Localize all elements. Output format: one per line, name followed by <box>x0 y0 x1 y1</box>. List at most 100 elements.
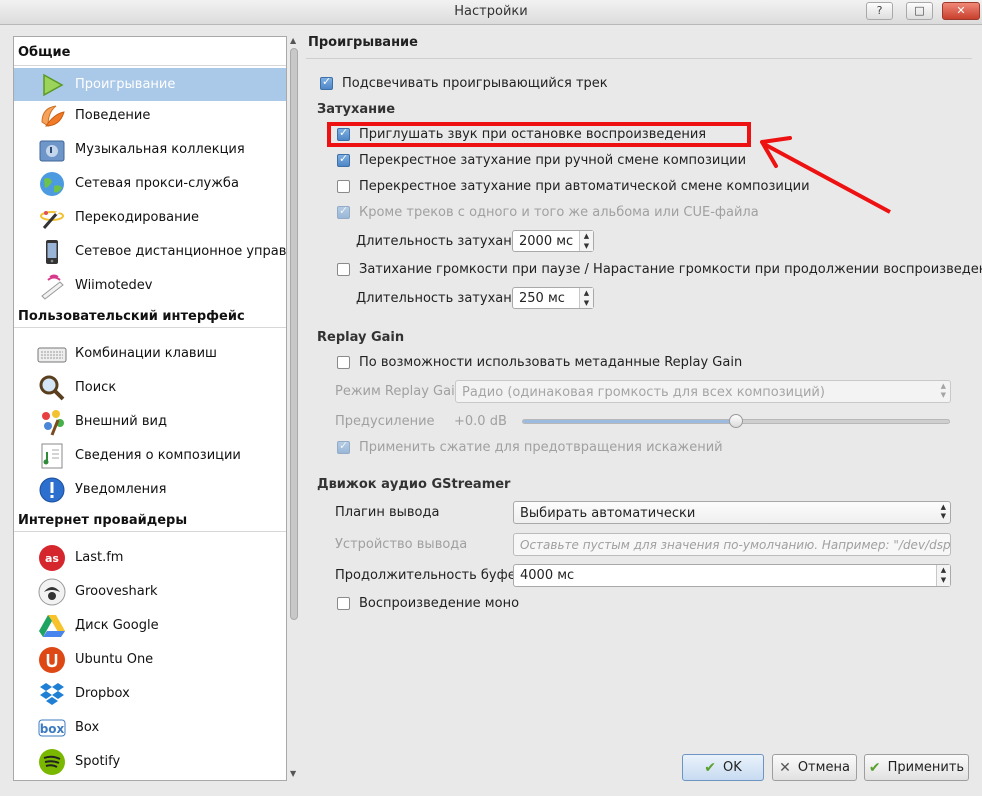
preamp-value: +0.0 dB <box>454 414 507 429</box>
sidebar-item-label: Dropbox <box>75 686 130 701</box>
checkbox-box <box>337 439 350 454</box>
spinbox-value: 2000 мс <box>519 234 574 249</box>
crossfade-manual-checkbox[interactable]: Перекрестное затухание при ручной смене … <box>337 152 747 168</box>
pause-fade-duration-spinbox[interactable]: 250 мс ▲ ▼ <box>512 287 594 309</box>
spinbox-value: 250 мс <box>519 291 565 306</box>
input-placeholder: Оставьте пустым для значения по-умолчани… <box>520 538 950 552</box>
output-plugin-label: Плагин вывода <box>335 505 440 520</box>
compression-checkbox: Применить сжатие для предотвращения иска… <box>337 439 723 455</box>
sidebar-item-grooveshark[interactable]: Grooveshark <box>14 575 286 608</box>
close-icon: ✕ <box>779 759 791 776</box>
sidebar-item-box[interactable]: box Box <box>14 711 286 744</box>
divider <box>306 58 972 59</box>
checkbox-box[interactable] <box>320 75 333 90</box>
sidebar-item-label: Box <box>75 720 100 735</box>
sidebar-item-transcoding[interactable]: Перекодирование <box>14 201 286 234</box>
sidebar-item-label: Last.fm <box>75 550 124 565</box>
divider <box>14 531 286 532</box>
section-heading-replay-gain: Replay Gain <box>317 330 405 345</box>
group-heading-ui: Пользовательский интерфейс <box>18 309 245 324</box>
crossfade-auto-checkbox[interactable]: Перекрестное затухание при автоматическо… <box>337 179 810 194</box>
sidebar-item-playback[interactable]: Проигрывание <box>14 68 286 101</box>
sidebar-item-shortcuts[interactable]: Комбинации клавиш <box>14 337 286 370</box>
output-plugin-select[interactable]: Выбирать автоматически ▲ ▼ <box>513 501 951 524</box>
buffer-duration-spinbox[interactable]: 4000 мс ▲ ▼ <box>513 564 951 587</box>
scroll-up-icon[interactable]: ▲ <box>290 36 296 45</box>
sidebar-item-notifications[interactable]: Уведомления <box>14 473 286 506</box>
box-icon: box <box>37 713 67 743</box>
select-value: Выбирать автоматически <box>520 506 696 521</box>
sidebar-item-wiimotedev[interactable]: Wiimotedev <box>14 269 286 302</box>
sidebar-scrollbar[interactable]: ▲ ▼ <box>288 36 300 781</box>
lastfm-icon: as <box>37 543 67 573</box>
sidebar-item-spotify[interactable]: Spotify <box>14 745 286 778</box>
sidebar-item-ubuntu-one[interactable]: Ubuntu One <box>14 643 286 676</box>
replay-gain-mode-label: Режим Replay Gain <box>335 384 463 399</box>
close-button[interactable]: ✕ <box>942 2 980 20</box>
ok-button[interactable]: ✔ OK <box>682 754 764 781</box>
scrollbar-thumb[interactable] <box>290 48 298 620</box>
checkbox-label: Перекрестное затухание при ручной смене … <box>359 153 747 168</box>
apply-button[interactable]: ✔ Применить <box>864 754 969 781</box>
sidebar-item-google-drive[interactable]: Диск Google <box>14 609 286 642</box>
magnifier-icon <box>37 373 67 403</box>
updown-arrows-icon: ▲ ▼ <box>940 382 946 399</box>
checkbox-label: Кроме треков с одного и того же альбома … <box>359 205 759 220</box>
play-icon <box>37 70 67 100</box>
sidebar-item-label: Перекодирование <box>75 210 200 225</box>
sidebar-item-music-library[interactable]: Музыкальная коллекция <box>14 133 286 166</box>
checkbox-box[interactable] <box>337 180 350 193</box>
page-title: Проигрывание <box>308 35 418 50</box>
sidebar-item-label: Музыкальная коллекция <box>75 142 245 157</box>
checkbox-label: Перекрестное затухание при автоматическо… <box>359 179 810 194</box>
help-button[interactable]: ? <box>866 2 893 20</box>
divider <box>14 65 286 66</box>
magic-wand-icon <box>37 203 67 233</box>
replay-gain-metadata-checkbox[interactable]: По возможности использовать метаданные R… <box>337 355 742 370</box>
checkbox-box[interactable] <box>337 263 350 276</box>
spin-arrows-icon[interactable]: ▲ ▼ <box>936 565 950 586</box>
buffer-duration-label: Продолжительность буфера <box>335 568 532 583</box>
sidebar-item-label: Spotify <box>75 754 121 769</box>
spin-arrows-icon[interactable]: ▲ ▼ <box>579 231 593 251</box>
checkbox-box[interactable] <box>337 356 350 369</box>
ubuntu-one-icon <box>37 645 67 675</box>
sidebar-item-lastfm[interactable]: as Last.fm <box>14 541 286 574</box>
checkbox-label: Применить сжатие для предотвращения иска… <box>359 440 723 455</box>
button-label: Применить <box>887 760 965 775</box>
sidebar-item-dropbox[interactable]: Dropbox <box>14 677 286 710</box>
group-heading-internet: Интернет провайдеры <box>18 513 188 528</box>
output-device-label: Устройство вывода <box>335 537 468 552</box>
phone-icon <box>37 237 67 267</box>
sidebar-item-song-info[interactable]: Сведения о композиции <box>14 439 286 472</box>
replay-gain-mode-select: Радио (одинаковая громкость для всех ком… <box>455 380 951 403</box>
svg-text:box: box <box>40 722 65 736</box>
dropbox-icon <box>37 679 67 709</box>
sidebar-item-remote-control[interactable]: Сетевое дистанционное управл... <box>14 235 286 268</box>
grooveshark-icon <box>37 577 67 607</box>
checkbox-label: Воспроизведение моно <box>359 596 520 611</box>
fade-duration-spinbox[interactable]: 2000 мс ▲ ▼ <box>512 230 594 252</box>
spin-arrows-icon[interactable]: ▲ ▼ <box>579 288 593 308</box>
sidebar-item-label: Сетевая прокси-служба <box>75 176 239 191</box>
updown-arrows-icon[interactable]: ▲ ▼ <box>941 503 946 521</box>
sidebar-item-appearance[interactable]: Внешний вид <box>14 405 286 438</box>
scroll-down-icon[interactable]: ▼ <box>290 769 296 778</box>
cancel-button[interactable]: ✕ Отмена <box>772 754 857 781</box>
svg-text:as: as <box>45 552 59 565</box>
section-heading-gstreamer: Движок аудио GStreamer <box>317 477 511 492</box>
sidebar-item-label: Grooveshark <box>75 584 158 599</box>
maximize-button[interactable]: □ <box>906 2 933 20</box>
button-label: Отмена <box>797 760 850 775</box>
pause-fade-checkbox[interactable]: Затихание громкости при паузе / Нарастан… <box>337 262 982 277</box>
divider <box>14 327 286 328</box>
preamp-slider-handle[interactable] <box>729 414 743 428</box>
checkbox-box[interactable] <box>337 152 350 167</box>
mono-playback-checkbox[interactable]: Воспроизведение моно <box>337 596 519 611</box>
checkbox-box[interactable] <box>337 597 350 610</box>
highlight-track-checkbox[interactable]: Подсвечивать проигрывающийся трек <box>320 75 608 91</box>
sidebar-item-label: Поведение <box>75 108 151 123</box>
sidebar-item-search[interactable]: Поиск <box>14 371 286 404</box>
sidebar-item-behaviour[interactable]: Поведение <box>14 99 286 132</box>
sidebar-item-network-proxy[interactable]: Сетевая прокси-служба <box>14 167 286 200</box>
